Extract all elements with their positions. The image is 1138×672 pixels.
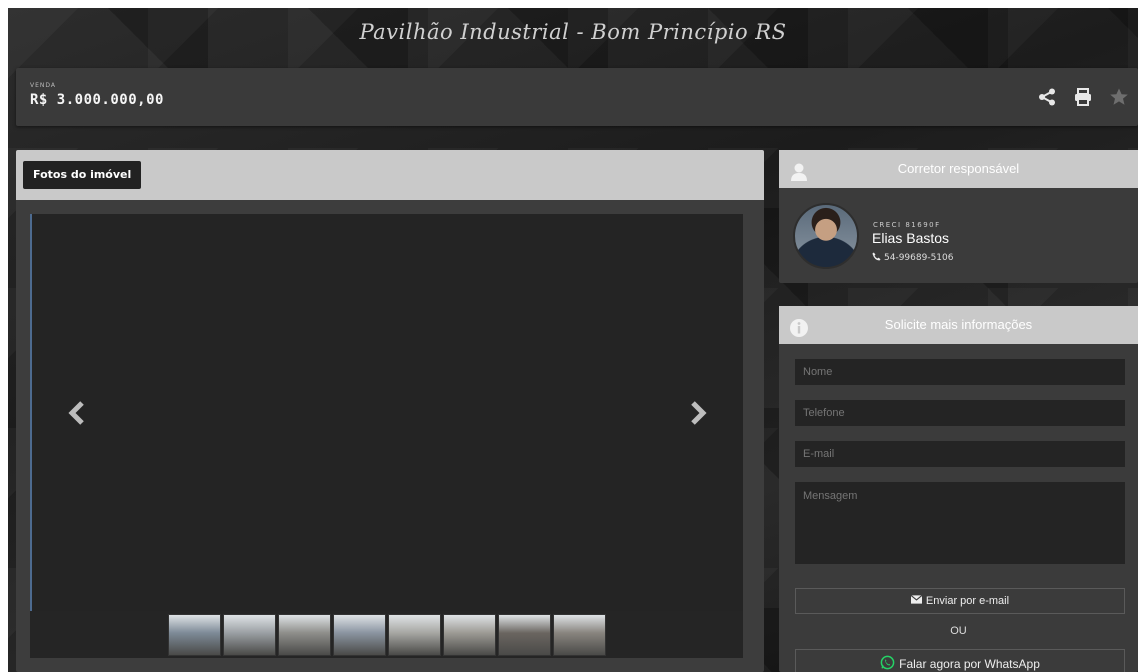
photo-thumbnail[interactable]	[497, 613, 551, 656]
avatar	[793, 203, 859, 269]
share-icon[interactable]	[1036, 86, 1058, 108]
tab-photos[interactable]: Fotos do imóvel	[23, 161, 142, 189]
contact-form-header: Solicite mais informações	[779, 306, 1138, 344]
photo-thumbnail[interactable]	[387, 613, 441, 656]
photo-thumbnail[interactable]	[442, 613, 496, 656]
chevron-right-icon[interactable]	[687, 400, 709, 426]
thumbnail-strip	[30, 611, 743, 658]
contact-form-title: Solicite mais informações	[884, 317, 1033, 332]
phone-input[interactable]	[795, 400, 1125, 426]
contact-form-card: Solicite mais informações Enviar por e-m…	[779, 306, 1138, 672]
photo-thumbnail[interactable]	[222, 613, 276, 656]
property-actions	[1036, 86, 1130, 108]
photo-thumbnail[interactable]	[332, 613, 386, 656]
price-bar: VENDA R$ 3.000.000,00	[16, 68, 1138, 126]
price-label: VENDA	[30, 82, 57, 89]
agent-card: Corretor responsável CRECI 81690F Elias …	[779, 150, 1138, 283]
user-icon	[789, 159, 809, 181]
agent-name: Elias Bastos	[872, 230, 950, 246]
agent-card-header: Corretor responsável	[779, 150, 1138, 188]
info-icon	[789, 315, 809, 337]
whatsapp-icon	[880, 655, 895, 672]
whatsapp-label: Falar agora por WhatsApp	[899, 657, 1040, 671]
photo-viewer[interactable]	[30, 214, 743, 611]
chevron-left-icon[interactable]	[66, 400, 88, 426]
send-email-label: Enviar por e-mail	[925, 595, 1010, 607]
gallery-header: Fotos do imóvel	[16, 150, 764, 200]
email-input[interactable]	[795, 441, 1125, 467]
whatsapp-button[interactable]: Falar agora por WhatsApp	[795, 649, 1125, 672]
photo-thumbnail[interactable]	[167, 613, 221, 656]
page-title: Pavilhão Industrial - Bom Princípio RS	[359, 20, 787, 44]
send-email-button[interactable]: Enviar por e-mail	[795, 588, 1125, 614]
or-separator: OU	[950, 625, 967, 637]
print-icon[interactable]	[1072, 86, 1094, 108]
envelope-icon	[910, 594, 923, 607]
agent-phone-link[interactable]: 54-99689-5106	[872, 252, 953, 264]
photo-gallery: Fotos do imóvel	[16, 150, 764, 672]
agent-phone-number: 54-99689-5106	[884, 253, 954, 263]
phone-icon	[872, 252, 881, 264]
page-background: Pavilhão Industrial - Bom Princípio RS V…	[8, 8, 1138, 672]
message-input[interactable]	[795, 482, 1125, 564]
agent-creci: CRECI 81690F	[873, 221, 941, 229]
name-input[interactable]	[795, 359, 1125, 385]
agent-card-title: Corretor responsável	[897, 161, 1020, 176]
price-value: R$ 3.000.000,00	[30, 92, 164, 108]
photo-thumbnail[interactable]	[277, 613, 331, 656]
photo-thumbnail[interactable]	[552, 613, 606, 656]
star-icon[interactable]	[1108, 86, 1130, 108]
